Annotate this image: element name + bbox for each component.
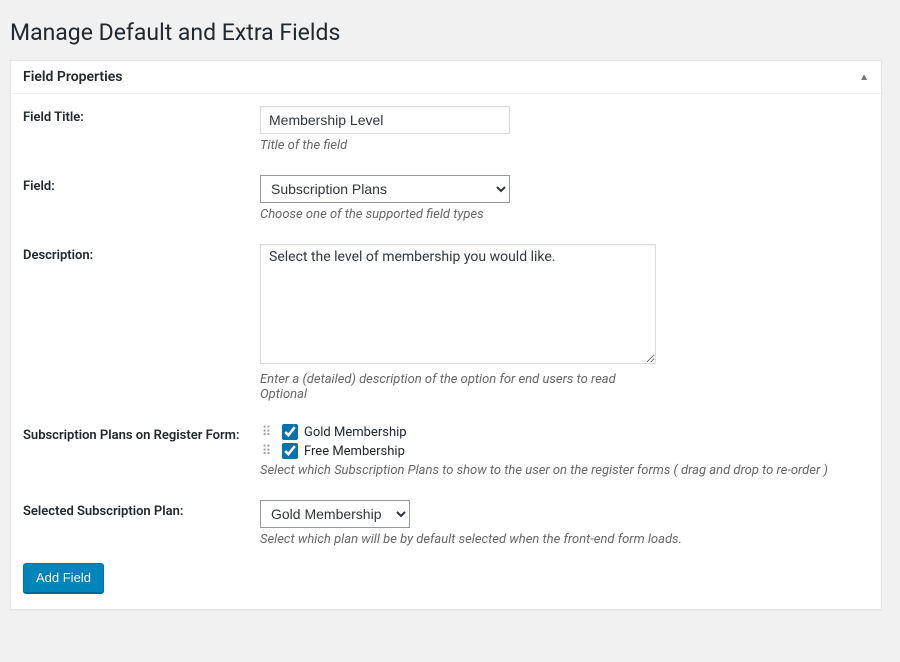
label-field-type: Field: [23,175,260,194]
panel-header: Field Properties ▲ [11,61,881,94]
row-field-title: Field Title: Title of the field [23,106,869,153]
label-description: Description: [23,244,260,263]
selected-plan-select[interactable]: Gold Membership [260,500,410,528]
drag-handle-icon[interactable]: ⠿ [260,425,274,439]
row-selected-plan: Selected Subscription Plan: Gold Members… [23,500,869,547]
description-textarea[interactable] [260,244,656,364]
hint-description-2: Optional [260,387,869,402]
checkbox-label: Free Membership [304,444,405,459]
list-item: ⠿ Free Membership [260,443,869,459]
drag-handle-icon[interactable]: ⠿ [260,444,274,458]
hint-selected-plan: Select which plan will be by default sel… [260,532,869,547]
hint-plans-on-register: Select which Subscription Plans to show … [260,463,869,478]
page-title: Manage Default and Extra Fields [10,10,882,60]
panel-title: Field Properties [23,69,122,85]
field-type-select[interactable]: Subscription Plans [260,175,510,203]
label-plans-on-register: Subscription Plans on Register Form: [23,424,260,443]
collapse-icon[interactable]: ▲ [859,72,869,83]
panel-body: Field Title: Title of the field Field: S… [11,94,881,609]
checkbox-free-membership[interactable] [282,443,298,459]
row-plans-on-register: Subscription Plans on Register Form: ⠿ G… [23,424,869,478]
checkbox-gold-membership[interactable] [282,424,298,440]
field-title-input[interactable] [260,106,510,134]
hint-field-title: Title of the field [260,138,869,153]
checkbox-label: Gold Membership [304,425,407,440]
list-item: ⠿ Gold Membership [260,424,869,440]
hint-field-type: Choose one of the supported field types [260,207,869,222]
row-description: Description: Enter a (detailed) descript… [23,244,869,402]
row-field-type: Field: Subscription Plans Choose one of … [23,175,869,222]
field-properties-panel: Field Properties ▲ Field Title: Title of… [10,60,882,610]
label-selected-plan: Selected Subscription Plan: [23,500,260,519]
label-field-title: Field Title: [23,106,260,125]
plans-checkbox-list: ⠿ Gold Membership ⠿ Free Membership [260,424,869,459]
hint-description-1: Enter a (detailed) description of the op… [260,372,869,387]
add-field-button[interactable]: Add Field [23,563,104,593]
